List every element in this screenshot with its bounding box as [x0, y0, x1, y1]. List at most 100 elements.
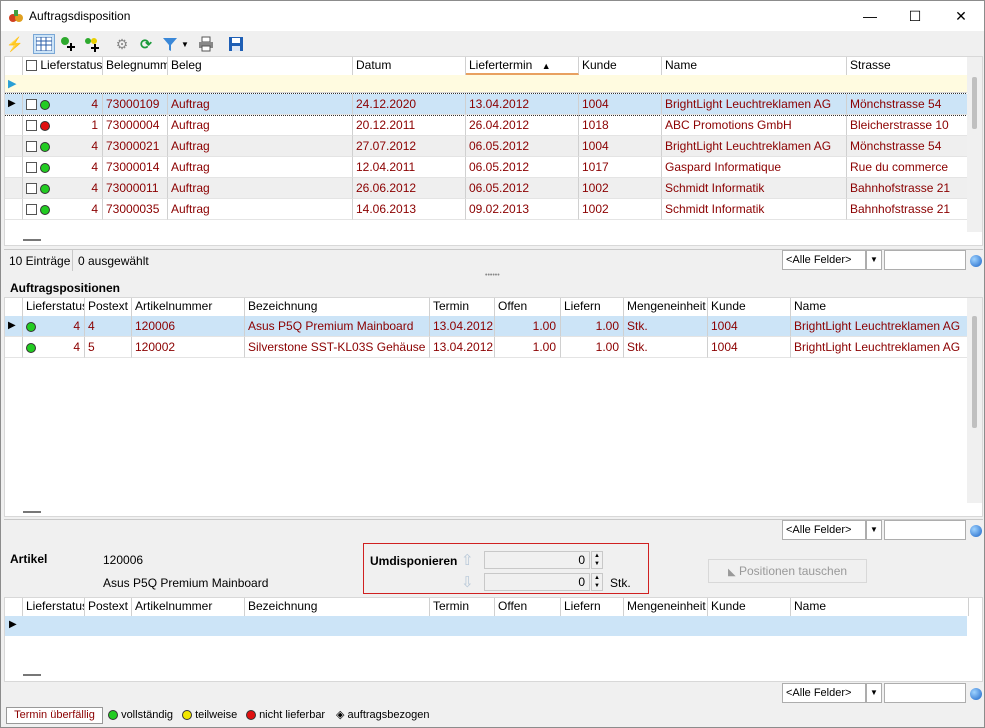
orders-field-dropdown[interactable]: ▼ [866, 250, 882, 270]
lower-field-filter[interactable]: <Alle Felder> [782, 683, 866, 703]
lower-col-4[interactable]: Termin [430, 598, 495, 616]
row-checkbox[interactable] [26, 99, 37, 111]
lower-col-6[interactable]: Liefern [561, 598, 624, 616]
cell-offen: 1.00 [495, 316, 561, 337]
umdisp-down-input[interactable]: 0 [484, 573, 590, 591]
add-yellow-icon[interactable] [82, 34, 104, 54]
cell-kunde: 1002 [579, 199, 662, 220]
col-belegnummer[interactable]: Belegnummer [103, 57, 168, 75]
filter-row[interactable]: ▶ [5, 75, 967, 93]
add-green-icon[interactable] [58, 34, 80, 54]
col-strasse[interactable]: Strasse [847, 57, 969, 75]
col-datum[interactable]: Datum [353, 57, 466, 75]
lower-col-9[interactable]: Name [791, 598, 969, 616]
positions-col-5[interactable]: Offen [495, 298, 561, 316]
close-button[interactable]: ✕ [938, 1, 984, 31]
row-checkbox[interactable] [26, 141, 37, 153]
lower-col-1[interactable]: Postext [85, 598, 132, 616]
positions-field-filter[interactable]: <Alle Felder> [782, 520, 866, 540]
order-row[interactable]: 4 73000035 Auftrag 14.06.2013 09.02.2013 1002… [5, 199, 969, 220]
positions-scrollbar[interactable] [967, 298, 982, 503]
search-globe-icon[interactable] [970, 525, 982, 537]
search-globe-icon[interactable] [970, 688, 982, 700]
positions-statusbar: <Alle Felder> ▼ [4, 519, 983, 541]
minimize-button[interactable]: — [847, 1, 893, 31]
refresh-icon[interactable]: ⟳ [135, 34, 157, 54]
col-kunde[interactable]: Kunde [579, 57, 662, 75]
positions-col-3[interactable]: Bezeichnung [245, 298, 430, 316]
positions-col-6[interactable]: Liefern [561, 298, 624, 316]
cell-kunde: 1017 [579, 157, 662, 178]
search-globe-icon[interactable] [970, 255, 982, 267]
row-checkbox[interactable] [26, 162, 37, 174]
order-row[interactable]: 4 73000014 Auftrag 12.04.2011 06.05.2012 1017… [5, 157, 969, 178]
lower-col-3[interactable]: Bezeichnung [245, 598, 430, 616]
grid-view-icon[interactable] [33, 34, 55, 54]
positions-search-input[interactable] [884, 520, 966, 540]
swap-icon: ◣ [727, 567, 736, 578]
cell-kunde: 1004 [579, 136, 662, 157]
col-beleg[interactable]: Beleg [168, 57, 353, 75]
filter-dropdown-icon[interactable]: ▼ [179, 34, 191, 54]
lightning-icon[interactable]: ⚡ [4, 34, 26, 54]
filter-icon[interactable] [159, 34, 181, 54]
cell-kunde: 1018 [579, 115, 662, 136]
lower-col-8[interactable]: Kunde [708, 598, 791, 616]
print-icon[interactable] [195, 34, 217, 54]
maximize-button[interactable]: ☐ [892, 1, 938, 31]
umdisp-up-spinner[interactable]: ▲ ▼ [591, 551, 603, 569]
positions-field-dropdown[interactable]: ▼ [866, 520, 882, 540]
col-name[interactable]: Name [662, 57, 847, 75]
lower-new-row[interactable]: ▶ [5, 616, 967, 636]
positions-col-2[interactable]: Artikelnummer [132, 298, 245, 316]
position-row[interactable]: ▶ 4 4 120006 Asus P5Q Premium Mainboard 13.04… [5, 316, 969, 337]
col-liefertermin[interactable]: Liefertermin ▲ [466, 57, 579, 75]
row-checkbox[interactable] [26, 120, 37, 132]
order-row[interactable]: 4 73000011 Auftrag 26.06.2012 06.05.2012 1002… [5, 178, 969, 199]
artikel-label: Artikel [10, 552, 48, 566]
filter-row-arrow-icon: ▶ [8, 78, 17, 90]
order-row[interactable]: 4 73000021 Auftrag 27.07.2012 06.05.2012 1004… [5, 136, 969, 157]
title-bar: Auftragsdisposition — ☐ ✕ [1, 1, 984, 31]
status-value: 4 [91, 202, 98, 216]
arrow-down-icon[interactable]: ⇩ [461, 573, 481, 591]
cell-beleg: Auftrag [168, 157, 353, 178]
cell-beleg: Auftrag [168, 94, 353, 115]
col-lieferstatus[interactable]: Lieferstatus [23, 57, 103, 75]
app-icon [9, 10, 23, 22]
splitter-grip[interactable]: •••••• [485, 272, 500, 279]
save-icon[interactable] [225, 34, 247, 54]
lower-col-2[interactable]: Artikelnummer [132, 598, 245, 616]
positions-col-7[interactable]: Mengeneinheit [624, 298, 708, 316]
umdisp-down-spinner[interactable]: ▲ ▼ [591, 573, 603, 591]
row-checkbox[interactable] [26, 204, 37, 216]
orders-search-input[interactable] [884, 250, 966, 270]
arrow-up-icon[interactable]: ⇧ [461, 551, 481, 569]
cell-art: 120002 [132, 337, 245, 358]
positions-col-4[interactable]: Termin [430, 298, 495, 316]
order-row[interactable]: ▶ 4 73000109 Auftrag 24.12.2020 13.04.2012 10… [5, 93, 969, 116]
cell-nr: 73000021 [103, 136, 168, 157]
order-row[interactable]: 1 73000004 Auftrag 20.12.2011 26.04.2012 1018… [5, 115, 969, 136]
row-checkbox[interactable] [26, 183, 37, 195]
position-row[interactable]: 4 5 120002 Silverstone SST-KL03S Gehäuse 13.… [5, 337, 969, 358]
lower-col-0[interactable]: Lieferstatus [23, 598, 85, 616]
swap-positions-button[interactable]: ◣ Positionen tauschen [708, 559, 867, 583]
lower-col-7[interactable]: Mengeneinheit [624, 598, 708, 616]
lower-field-dropdown[interactable]: ▼ [866, 683, 882, 703]
cell-nr: 73000004 [103, 115, 168, 136]
orders-field-filter[interactable]: <Alle Felder> [782, 250, 866, 270]
positions-col-0[interactable]: Lieferstatus [23, 298, 85, 316]
orders-scrollbar[interactable] [967, 57, 982, 232]
positions-col-8[interactable]: Kunde [708, 298, 791, 316]
lower-search-input[interactable] [884, 683, 966, 703]
positions-col-9[interactable]: Name [791, 298, 969, 316]
cell-nr: 73000035 [103, 199, 168, 220]
gear-icon[interactable]: ⚙ [111, 34, 133, 54]
lower-col-5[interactable]: Offen [495, 598, 561, 616]
cell-strasse: Bahnhofstrasse 21 [847, 199, 969, 220]
umdisp-up-input[interactable]: 0 [484, 551, 590, 569]
select-all-checkbox[interactable] [26, 60, 37, 72]
positions-col-1[interactable]: Postext [85, 298, 132, 316]
lower-statusbar: <Alle Felder> ▼ [4, 683, 983, 705]
